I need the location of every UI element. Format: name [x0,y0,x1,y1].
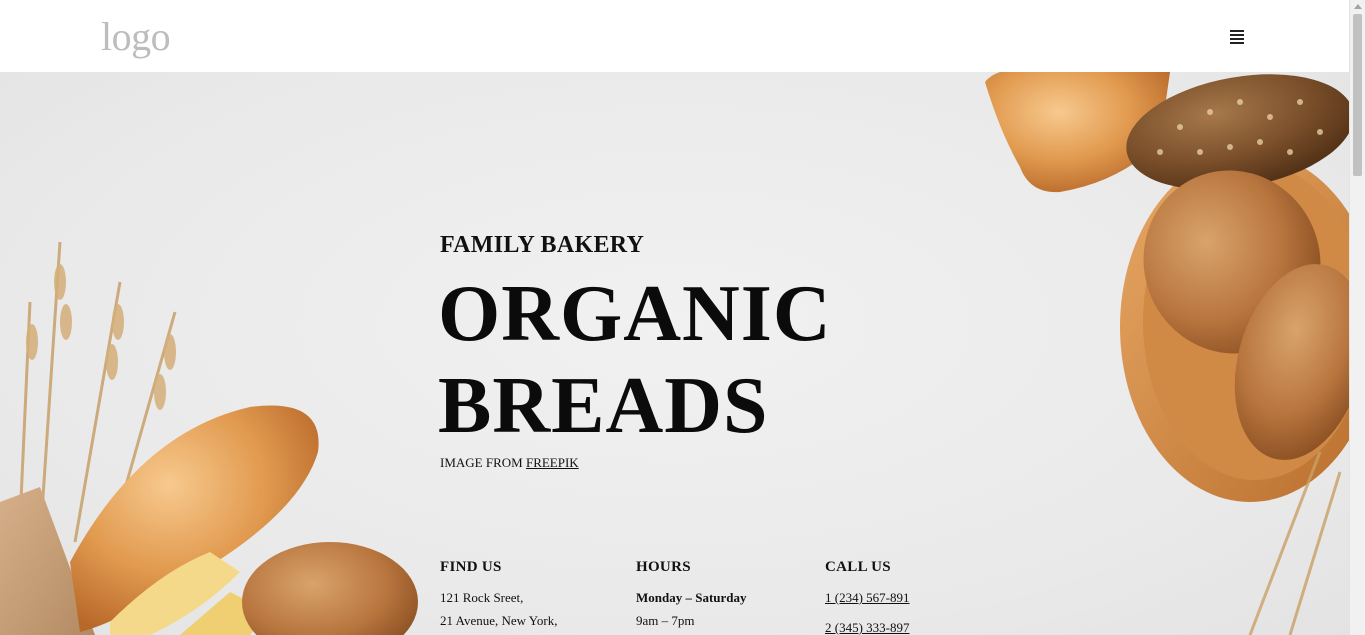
site-header: logo [0,0,1349,72]
hours-section: HOURS Monday – Saturday 9am – 7pm [636,559,747,635]
logo[interactable]: logo [101,13,171,61]
credit-prefix: IMAGE FROM [440,455,523,470]
scroll-up-arrow-icon[interactable] [1354,4,1362,9]
headline-line-1: ORGANIC [438,270,832,358]
call-us-section: CALL US 1 (234) 567-891 2 (345) 333-897 [825,559,910,635]
hero-headline: ORGANIC BREADS [438,268,832,452]
phone-link-2[interactable]: 2 (345) 333-897 [825,620,910,635]
hero-section: FAMILY BAKERY ORGANIC BREADS IMAGE FROM … [0,72,1349,635]
hamburger-menu-icon[interactable] [1226,26,1248,46]
headline-line-2: BREADS [438,362,769,450]
hours-days: Monday – Saturday [636,590,747,605]
find-us-section: FIND US 121 Rock Sreet, 21 Avenue, New Y… [440,559,557,635]
call-us-title: CALL US [825,559,891,575]
hero-kicker: FAMILY BAKERY [440,232,645,258]
phone-link-1[interactable]: 1 (234) 567-891 [825,590,910,605]
address-line-1: 121 Rock Sreet, [440,590,524,605]
hours-time: 9am – 7pm [636,613,695,628]
vertical-scrollbar[interactable] [1349,0,1365,635]
address-line-2: 21 Avenue, New York, [440,613,558,628]
hours-title: HOURS [636,559,691,575]
scrollbar-thumb[interactable] [1353,14,1362,176]
image-credit: IMAGE FROM FREEPIK [440,455,579,471]
freepik-link[interactable]: FREEPIK [526,455,579,470]
find-us-title: FIND US [440,559,502,575]
